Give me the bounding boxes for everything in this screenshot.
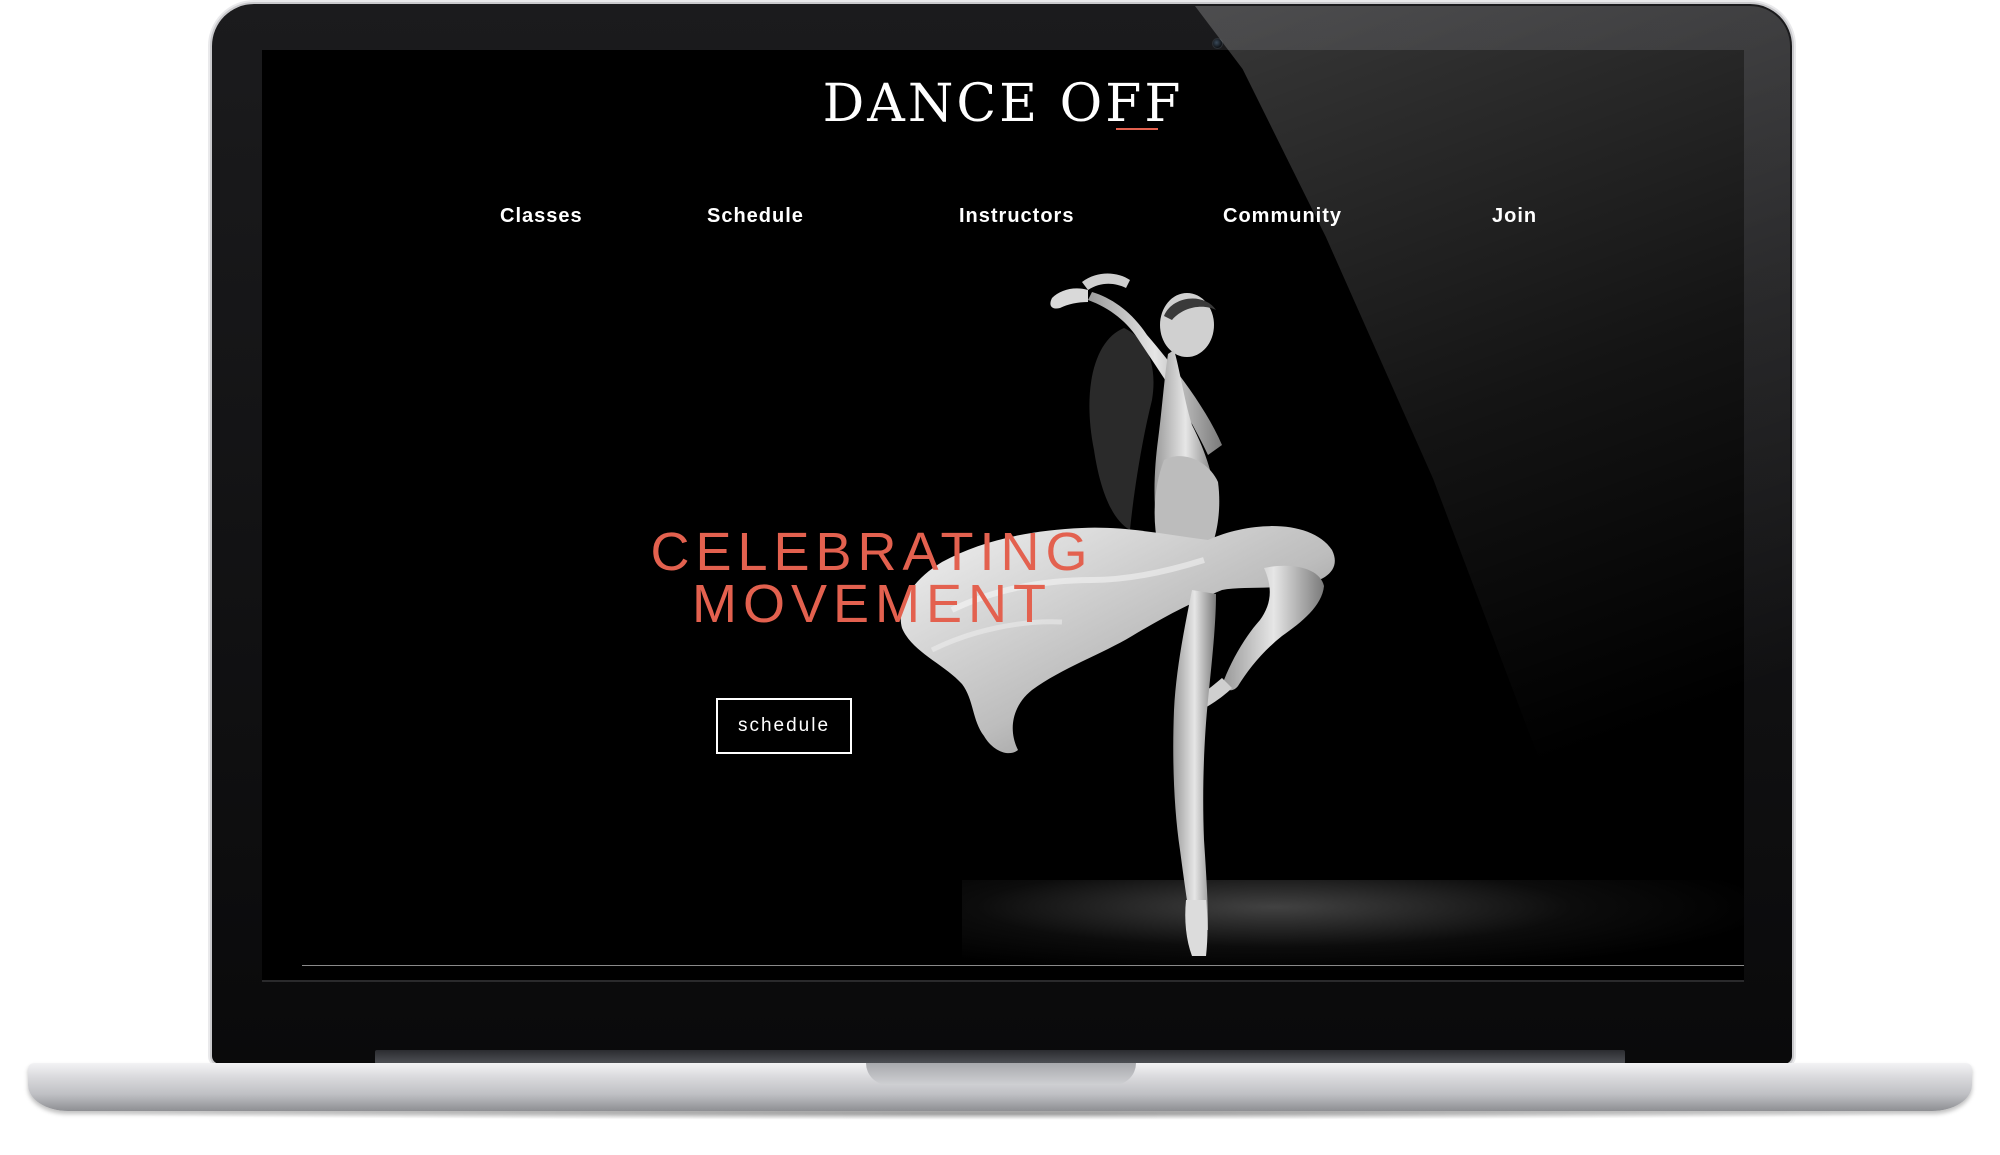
site-logo[interactable]: DANCE OFF — [262, 74, 1744, 134]
camera-icon — [1212, 38, 1223, 49]
hero-title: CELEBRATING MOVEMENT — [562, 522, 1182, 634]
website-screen: DANCE OFF Classes Schedule Instructors C… — [262, 50, 1744, 980]
laptop-hinge — [375, 1050, 1625, 1064]
nav-item-instructors[interactable]: Instructors — [959, 205, 1074, 228]
schedule-button[interactable]: schedule — [716, 698, 852, 754]
nav-item-schedule[interactable]: Schedule — [707, 205, 804, 228]
main-nav: Classes Schedule Instructors Community J… — [262, 205, 1744, 235]
nav-item-classes[interactable]: Classes — [500, 205, 583, 228]
nav-item-join[interactable]: Join — [1492, 205, 1537, 228]
nav-item-community[interactable]: Community — [1223, 205, 1342, 228]
hero-title-line-2: MOVEMENT — [691, 574, 1052, 634]
laptop-mockup: DANCE OFF Classes Schedule Instructors C… — [0, 0, 2000, 1155]
logo-accent-underline — [1116, 128, 1158, 130]
hero-title-line-1: CELEBRATING — [650, 522, 1094, 582]
screen-bottom-edge — [262, 980, 1744, 982]
lid-opening-notch — [866, 1063, 1136, 1085]
